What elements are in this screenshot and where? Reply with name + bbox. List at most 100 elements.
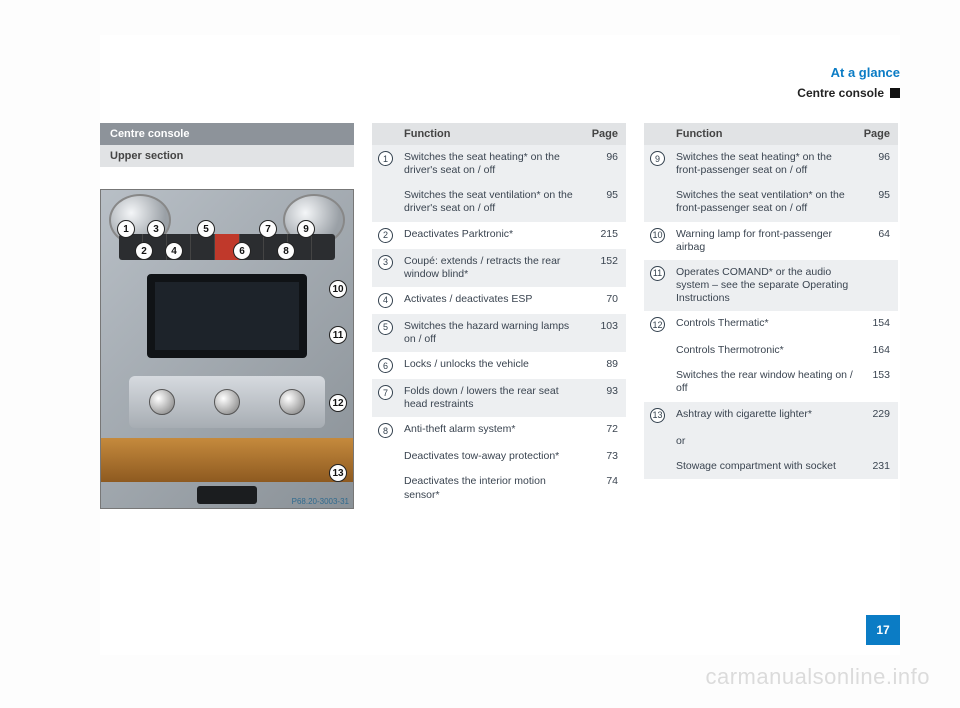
- function-text: Switches the seat ventilation* on the fr…: [672, 183, 858, 221]
- page-ref: 72: [586, 417, 626, 444]
- table-row: or: [644, 429, 898, 454]
- row-number-icon: 4: [378, 293, 393, 308]
- table-row: 5 Switches the hazard warning lamps on / …: [372, 314, 626, 352]
- function-text: Switches the seat heating* on the driver…: [400, 145, 586, 183]
- page-ref: 152: [586, 249, 626, 287]
- function-text: Switches the hazard warning lamps on / o…: [400, 314, 586, 352]
- page-ref: 231: [858, 454, 898, 479]
- callout-10: 10: [329, 280, 347, 298]
- row-number-icon: 2: [378, 228, 393, 243]
- page-ref: 229: [858, 402, 898, 429]
- row-number-icon: 9: [650, 151, 665, 166]
- table-row: Switches the seat ventilation* on the dr…: [372, 183, 626, 221]
- table-row: Switches the seat ventilation* on the fr…: [644, 183, 898, 221]
- page-ref: 103: [586, 314, 626, 352]
- row-number-icon: 7: [378, 385, 393, 400]
- function-text: Activates / deactivates ESP: [400, 287, 586, 314]
- left-column: Centre console Upper section 1 2 3: [100, 123, 354, 509]
- table-row: 3Coupé: extends / retracts the rear wind…: [372, 249, 626, 287]
- row-number-icon: 5: [378, 320, 393, 335]
- function-text: Operates COMAND* or the audio system – s…: [672, 260, 858, 311]
- page-ref: 154: [858, 311, 898, 338]
- function-text: Switches the seat heating* on the front-…: [672, 145, 858, 183]
- row-number-icon: 11: [650, 266, 665, 281]
- function-table-1: Function Page 1 Switches the seat heating…: [372, 123, 626, 509]
- function-text: Deactivates the interior motion sensor*: [400, 469, 586, 507]
- callout-11: 11: [329, 326, 347, 344]
- watermark: carmanualsonline.info: [705, 664, 930, 690]
- page-ref: 73: [586, 444, 626, 469]
- callout-4: 4: [165, 242, 183, 260]
- function-text: Switches the seat ventilation* on the dr…: [400, 183, 586, 221]
- page-ref: 215: [586, 222, 626, 249]
- row-number-icon: 8: [378, 423, 393, 438]
- table-row: 8 Anti-theft alarm system*72: [372, 417, 626, 444]
- table-row: 9 Switches the seat heating* on the front…: [644, 145, 898, 183]
- callout-3: 3: [147, 220, 165, 238]
- callout-5: 5: [197, 220, 215, 238]
- function-text: Folds down / lowers the rear seat head r…: [400, 379, 586, 417]
- page-ref: 93: [586, 379, 626, 417]
- function-text: Locks / unlocks the vehicle: [400, 352, 586, 379]
- table-row: 12Controls Thermatic*154: [644, 311, 898, 338]
- callout-1: 1: [117, 220, 135, 238]
- callout-7: 7: [259, 220, 277, 238]
- callout-12: 12: [329, 394, 347, 412]
- page-ref: 96: [586, 145, 626, 183]
- table-row: Switches the rear window heating on / of…: [644, 363, 898, 401]
- col-header-page: Page: [858, 123, 898, 145]
- section-marker: [890, 88, 900, 98]
- table-row: Deactivates the interior motion sensor*7…: [372, 469, 626, 507]
- function-text: Deactivates Parktronic*: [400, 222, 586, 249]
- row-number-icon: 6: [378, 358, 393, 373]
- function-text: Ashtray with cigarette lighter*: [672, 402, 858, 429]
- table-row: 10 Warning lamp for front-passenger airba…: [644, 222, 898, 260]
- function-text: Anti-theft alarm system*: [400, 417, 586, 444]
- row-number-icon: 1: [378, 151, 393, 166]
- table-row: 6 Locks / unlocks the vehicle89: [372, 352, 626, 379]
- page-ref: [858, 429, 898, 454]
- row-number-icon: 12: [650, 317, 665, 332]
- section-title: Centre console: [797, 86, 884, 100]
- row-number-icon: 10: [650, 228, 665, 243]
- chapter-title: At a glance: [797, 65, 900, 86]
- callout-8: 8: [277, 242, 295, 260]
- function-text: Warning lamp for front-passenger airbag: [672, 222, 858, 260]
- col-header-function: Function: [672, 123, 858, 145]
- function-text: Deactivates tow-away protection*: [400, 444, 586, 469]
- function-text: Stowage compartment with socket: [672, 454, 858, 479]
- function-text: or: [672, 429, 858, 454]
- col-header-function: Function: [400, 123, 586, 145]
- table-row: Stowage compartment with socket231: [644, 454, 898, 479]
- table-row: 11 Operates COMAND* or the audio system –…: [644, 260, 898, 311]
- figure-caption: P68.20-3003-31: [292, 497, 349, 506]
- function-table-2: Function Page 9 Switches the seat heating…: [644, 123, 898, 509]
- function-text: Controls Thermotronic*: [672, 338, 858, 363]
- page-ref: [858, 260, 898, 311]
- table-row: 1 Switches the seat heating* on the drive…: [372, 145, 626, 183]
- page-number: 17: [866, 615, 900, 645]
- page-ref: 74: [586, 469, 626, 507]
- box-title: Centre console: [100, 123, 354, 145]
- table-row: 7 Folds down / lowers the rear seat head …: [372, 379, 626, 417]
- callout-13: 13: [329, 464, 347, 482]
- page-ref: 64: [858, 222, 898, 260]
- table-row: Deactivates tow-away protection*73: [372, 444, 626, 469]
- page-ref: 95: [586, 183, 626, 221]
- table-row: 4Activates / deactivates ESP70: [372, 287, 626, 314]
- page-ref: 164: [858, 338, 898, 363]
- function-text: Switches the rear window heating on / of…: [672, 363, 858, 401]
- page-ref: 89: [586, 352, 626, 379]
- table-row: 2 Deactivates Parktronic*215: [372, 222, 626, 249]
- callout-2: 2: [135, 242, 153, 260]
- table-row: 13 Ashtray with cigarette lighter*229: [644, 402, 898, 429]
- page-ref: 153: [858, 363, 898, 401]
- col-header-page: Page: [586, 123, 626, 145]
- callout-6: 6: [233, 242, 251, 260]
- row-number-icon: 3: [378, 255, 393, 270]
- box-subtitle: Upper section: [100, 145, 354, 167]
- centre-console-figure: 1 2 3 4 5 6 7 8 9 10 11 12 13 P68.20-300…: [100, 189, 354, 509]
- page-ref: 95: [858, 183, 898, 221]
- row-number-icon: 13: [650, 408, 665, 423]
- callout-9: 9: [297, 220, 315, 238]
